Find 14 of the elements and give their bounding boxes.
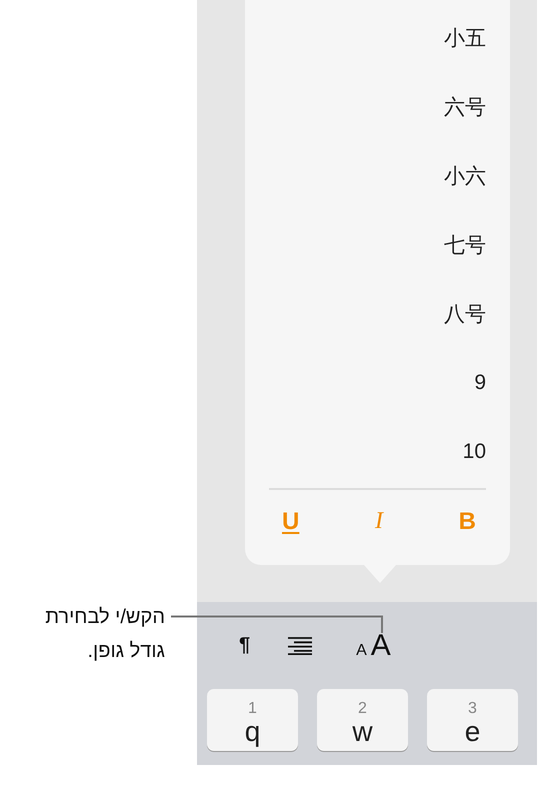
font-size-button[interactable]: A A xyxy=(356,628,391,662)
font-size-option[interactable]: 9 xyxy=(474,370,486,394)
align-right-icon[interactable] xyxy=(288,636,312,654)
font-size-option[interactable]: 六号 xyxy=(444,92,486,120)
keyboard-key[interactable]: 2 w xyxy=(317,689,408,751)
font-size-option[interactable]: 八号 xyxy=(444,300,486,328)
font-size-option[interactable]: 小五 xyxy=(444,24,486,52)
callout-text: הקש/י לבחירת גודל גופן. xyxy=(44,605,165,664)
font-size-option[interactable]: 10 xyxy=(462,440,486,464)
keyboard-key[interactable]: 1 q xyxy=(207,689,298,751)
font-size-option[interactable]: 七号 xyxy=(444,230,486,258)
paragraph-button[interactable]: ¶ xyxy=(239,634,250,657)
keyboard-key[interactable]: 3 e xyxy=(427,689,518,751)
font-size-option[interactable]: 小六 xyxy=(444,162,486,190)
